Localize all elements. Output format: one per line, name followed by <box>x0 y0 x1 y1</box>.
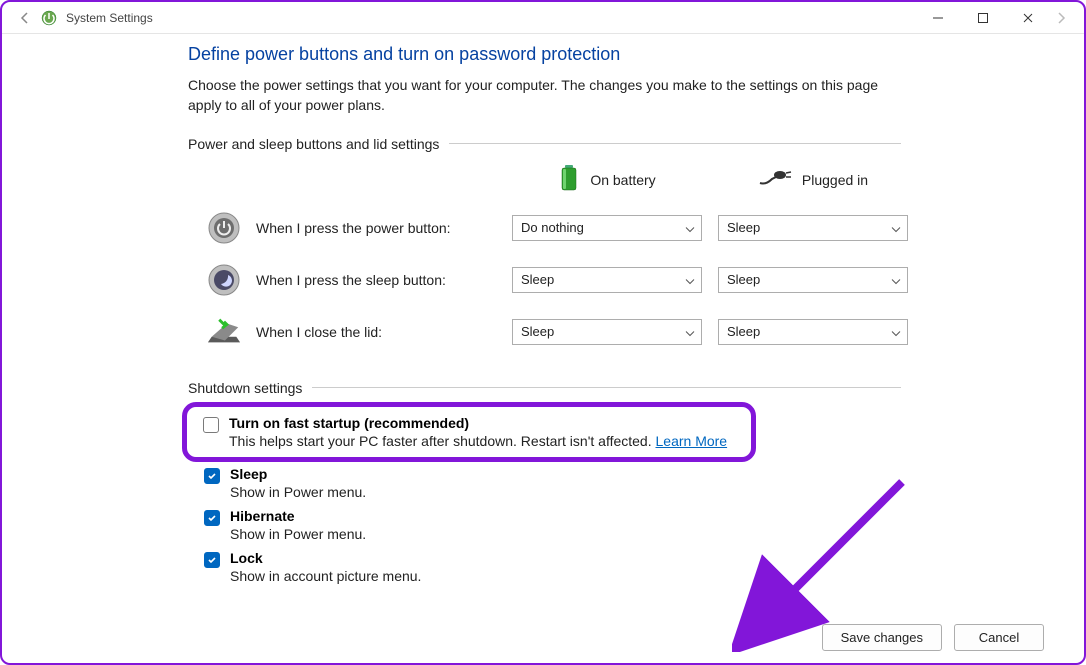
hibernate-desc: Show in Power menu. <box>230 526 366 542</box>
column-header-plugged: Plugged in <box>718 158 908 202</box>
shutdown-item-sleep: Sleep Show in Power menu. <box>204 466 1044 500</box>
nav-forward-button[interactable] <box>1046 11 1076 25</box>
fast-startup-desc: This helps start your PC faster after sh… <box>229 433 727 449</box>
chevron-down-icon <box>891 324 901 339</box>
chevron-down-icon <box>891 272 901 287</box>
power-button-icon <box>206 210 242 246</box>
select-power-plugged[interactable]: Sleep <box>718 215 908 241</box>
chevron-down-icon <box>685 272 695 287</box>
shutdown-item-fast-startup: Turn on fast startup (recommended) This … <box>203 415 741 449</box>
nav-back-button[interactable] <box>10 11 40 25</box>
maximize-button[interactable] <box>960 3 1005 33</box>
save-changes-button[interactable]: Save changes <box>822 624 942 651</box>
shutdown-item-lock: Lock Show in account picture menu. <box>204 550 1044 584</box>
close-button[interactable] <box>1005 3 1050 33</box>
row-power-button: When I press the power button: <box>206 202 496 254</box>
select-sleep-plugged[interactable]: Sleep <box>718 267 908 293</box>
titlebar: System Settings <box>2 2 1084 34</box>
row-sleep-button-label: When I press the sleep button: <box>256 272 446 288</box>
select-lid-plugged[interactable]: Sleep <box>718 319 908 345</box>
shutdown-section-header: Shutdown settings <box>188 380 901 396</box>
lock-title: Lock <box>230 550 421 566</box>
select-power-battery[interactable]: Do nothing <box>512 215 702 241</box>
row-close-lid-label: When I close the lid: <box>256 324 382 340</box>
sleep-desc: Show in Power menu. <box>230 484 366 500</box>
hibernate-title: Hibernate <box>230 508 366 524</box>
checkbox-sleep[interactable] <box>204 468 220 484</box>
sleep-title: Sleep <box>230 466 366 482</box>
lock-desc: Show in account picture menu. <box>230 568 421 584</box>
select-lid-battery-value: Sleep <box>521 324 554 339</box>
page-description: Choose the power settings that you want … <box>188 75 908 116</box>
fast-startup-title: Turn on fast startup (recommended) <box>229 415 727 431</box>
select-sleep-battery-value: Sleep <box>521 272 554 287</box>
select-lid-battery[interactable]: Sleep <box>512 319 702 345</box>
select-sleep-battery[interactable]: Sleep <box>512 267 702 293</box>
cancel-button[interactable]: Cancel <box>954 624 1044 651</box>
content-area: Define power buttons and turn on passwor… <box>2 34 1084 584</box>
row-close-lid: When I close the lid: <box>206 306 496 358</box>
shutdown-section-header-text: Shutdown settings <box>188 380 302 396</box>
sleep-button-icon <box>206 262 242 298</box>
minimize-button[interactable] <box>915 3 960 33</box>
chevron-down-icon <box>891 220 901 235</box>
learn-more-link[interactable]: Learn More <box>656 433 728 449</box>
battery-icon <box>558 163 580 196</box>
power-section-header: Power and sleep buttons and lid settings <box>188 136 901 152</box>
checkbox-lock[interactable] <box>204 552 220 568</box>
select-power-plugged-value: Sleep <box>727 220 760 235</box>
checkbox-hibernate[interactable] <box>204 510 220 526</box>
page-title: Define power buttons and turn on passwor… <box>188 44 1044 65</box>
row-sleep-button: When I press the sleep button: <box>206 254 496 306</box>
row-power-button-label: When I press the power button: <box>256 220 451 236</box>
button-bar: Save changes Cancel <box>822 624 1044 651</box>
power-settings-grid: On battery Plugged in <box>206 158 1044 358</box>
window-title: System Settings <box>66 11 153 25</box>
lid-icon <box>206 314 242 350</box>
column-header-battery-text: On battery <box>590 172 655 188</box>
chevron-down-icon <box>685 220 695 235</box>
select-sleep-plugged-value: Sleep <box>727 272 760 287</box>
app-icon <box>40 9 58 27</box>
annotation-highlight: Turn on fast startup (recommended) This … <box>182 402 756 462</box>
column-header-battery: On battery <box>512 158 702 202</box>
checkbox-fast-startup[interactable] <box>203 417 219 433</box>
shutdown-item-hibernate: Hibernate Show in Power menu. <box>204 508 1044 542</box>
chevron-down-icon <box>685 324 695 339</box>
plug-icon <box>758 169 792 190</box>
select-lid-plugged-value: Sleep <box>727 324 760 339</box>
column-header-plugged-text: Plugged in <box>802 172 868 188</box>
power-section-header-text: Power and sleep buttons and lid settings <box>188 136 439 152</box>
select-power-battery-value: Do nothing <box>521 220 584 235</box>
